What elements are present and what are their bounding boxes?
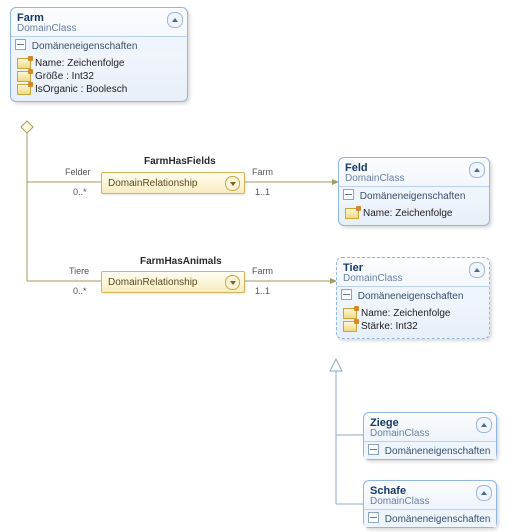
relationship-name: FarmHasFields [144,156,216,167]
property-row[interactable]: Name: Zeichenfolge [345,207,483,220]
class-tier[interactable]: Tier DomainClass Domäneneigenschaften Na… [336,257,490,339]
class-stereotype: DomainClass [345,173,483,184]
property-label: Stärke: Int32 [361,321,418,332]
chevron-up-icon[interactable] [476,485,492,501]
relationship-farmhasfields[interactable]: DomainRelationship [101,172,245,194]
minus-icon[interactable] [368,444,379,455]
role-label-right: Farm [252,266,273,276]
compartment: Domäneneigenschaften [364,509,496,527]
class-header: Schafe DomainClass [364,481,496,509]
relationship-stereotype: DomainRelationship [108,178,198,189]
property-label: IsOrganic : Boolesch [35,84,127,95]
diamond-icon [21,121,33,133]
compartment-header[interactable]: Domäneneigenschaften [339,187,489,204]
property-icon [17,71,31,82]
multiplicity-label-right: 1..1 [255,286,270,296]
class-header: Tier DomainClass [337,258,489,286]
property-list: Name: Zeichenfolge Größe : Int32 IsOrgan… [11,54,187,101]
property-row[interactable]: Name: Zeichenfolge [17,57,181,70]
compartment-header[interactable]: Domäneneigenschaften [364,510,496,527]
chevron-up-icon[interactable] [476,417,492,433]
role-label-left: Felder [65,167,91,177]
property-list: Name: Zeichenfolge [339,204,489,225]
property-label: Name: Zeichenfolge [361,308,451,319]
property-label: Größe : Int32 [35,71,94,82]
compartment: Domäneneigenschaften Name: Zeichenfolge … [11,36,187,101]
role-label-right: Farm [252,167,273,177]
chevron-down-icon[interactable] [225,275,240,290]
class-schafe[interactable]: Schafe DomainClass Domäneneigenschaften [363,480,497,528]
compartment: Domäneneigenschaften Name: Zeichenfolge … [337,286,489,338]
property-row[interactable]: Name: Zeichenfolge [343,307,483,320]
compartment-header[interactable]: Domäneneigenschaften [11,37,187,54]
chevron-up-icon[interactable] [469,162,485,178]
compartment-label: Domäneneigenschaften [32,41,138,52]
compartment: Domäneneigenschaften Name: Zeichenfolge [339,186,489,225]
property-label: Name: Zeichenfolge [363,208,453,219]
role-label-left: Tiere [69,266,89,276]
class-stereotype: DomainClass [343,273,483,284]
minus-icon[interactable] [15,39,26,50]
class-stereotype: DomainClass [17,23,181,34]
multiplicity-label-left: 0..* [73,187,87,197]
minus-icon[interactable] [368,512,379,523]
minus-icon[interactable] [341,289,352,300]
class-feld[interactable]: Feld DomainClass Domäneneigenschaften Na… [338,157,490,226]
compartment-label: Domäneneigenschaften [385,446,491,457]
class-farm[interactable]: Farm DomainClass Domäneneigenschaften Na… [10,7,188,102]
compartment-header[interactable]: Domäneneigenschaften [364,442,496,459]
chevron-down-icon[interactable] [225,176,240,191]
inheritance-arrow-icon [330,359,342,371]
class-header: Feld DomainClass [339,158,489,186]
property-icon [343,321,357,332]
relationship-stereotype: DomainRelationship [108,277,198,288]
compartment-label: Domäneneigenschaften [358,291,464,302]
compartment: Domäneneigenschaften [364,441,496,459]
multiplicity-label-left: 0..* [73,286,87,296]
property-label: Name: Zeichenfolge [35,58,125,69]
property-row[interactable]: Größe : Int32 [17,70,181,83]
class-header: Ziege DomainClass [364,413,496,441]
property-icon [345,208,359,219]
class-header: Farm DomainClass [11,8,187,36]
property-row[interactable]: Stärke: Int32 [343,320,483,333]
chevron-up-icon[interactable] [469,262,485,278]
class-stereotype: DomainClass [370,496,490,507]
class-ziege[interactable]: Ziege DomainClass Domäneneigenschaften [363,412,497,460]
compartment-label: Domäneneigenschaften [360,191,466,202]
relationship-name: FarmHasAnimals [140,256,222,267]
compartment-header[interactable]: Domäneneigenschaften [337,287,489,304]
minus-icon[interactable] [343,189,354,200]
class-stereotype: DomainClass [370,428,490,439]
property-list: Name: Zeichenfolge Stärke: Int32 [337,304,489,338]
property-icon [17,58,31,69]
compartment-label: Domäneneigenschaften [385,514,491,525]
property-icon [343,308,357,319]
chevron-up-icon[interactable] [167,12,183,28]
relationship-farmhasanimals[interactable]: DomainRelationship [101,271,245,293]
property-row[interactable]: IsOrganic : Boolesch [17,83,181,96]
multiplicity-label-right: 1..1 [255,187,270,197]
property-icon [17,84,31,95]
